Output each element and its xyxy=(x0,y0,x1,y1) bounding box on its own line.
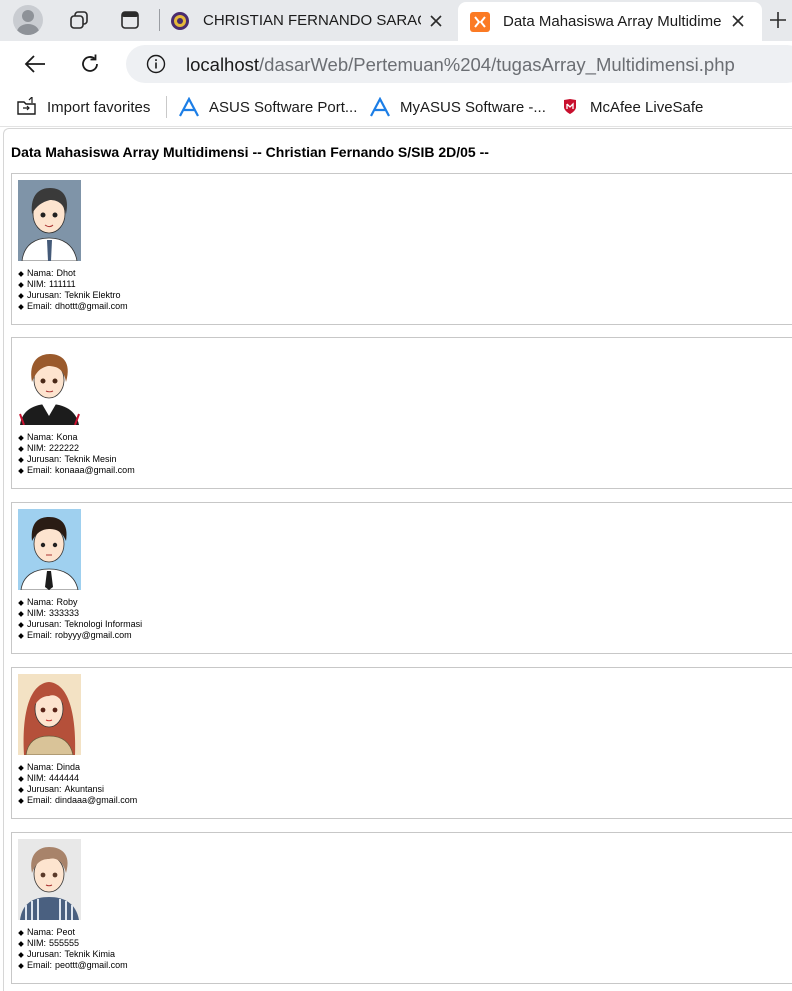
student-details: Nama: Kona NIM: 222222 Jurusan: Teknik Mesi… xyxy=(18,432,135,476)
student-nama: Nama: Dhot xyxy=(18,268,128,279)
student-email: Email: robyyy@gmail.com xyxy=(18,630,142,641)
student-nama: Nama: Roby xyxy=(18,597,142,608)
close-tab-icon[interactable] xyxy=(426,11,446,31)
favorite-label: Import favorites xyxy=(47,98,151,116)
url-host: localhost xyxy=(186,54,260,75)
student-details: Nama: Peot NIM: 555555 Jurusan: Teknik Kimi… xyxy=(18,927,128,971)
student-email: Email: dindaaa@gmail.com xyxy=(18,795,137,806)
student-email: Email: konaaa@gmail.com xyxy=(18,465,135,476)
student-photo xyxy=(18,839,81,920)
student-photo xyxy=(18,509,81,590)
xampp-icon xyxy=(470,11,490,32)
student-jurusan: Jurusan: Teknik Elektro xyxy=(18,290,128,301)
mcafee-icon xyxy=(559,96,581,118)
favorites-bar: Import favorites ASUS Software Port... M… xyxy=(0,87,792,127)
student-nama: Nama: Dinda xyxy=(18,762,137,773)
favorite-asus-portal[interactable]: ASUS Software Port... xyxy=(178,95,357,119)
site-info-icon[interactable] xyxy=(146,54,166,74)
student-jurusan: Jurusan: Teknik Mesin xyxy=(18,454,135,465)
url-text[interactable]: localhost/dasarWeb/Pertemuan%204/tugasAr… xyxy=(186,54,735,76)
student-card: Nama: Roby NIM: 333333 Jurusan: Teknologi I… xyxy=(11,502,792,654)
student-jurusan: Jurusan: Teknologi Informasi xyxy=(18,619,142,630)
favorite-myasus[interactable]: MyASUS Software -... xyxy=(369,95,546,119)
favorite-label: McAfee LiveSafe xyxy=(590,98,704,116)
tab-strip: CHRISTIAN FERNANDO SARAGIH Data Mahasisw… xyxy=(0,0,792,41)
import-favorites-icon xyxy=(16,96,38,118)
student-photo xyxy=(18,180,81,261)
workspaces-icon[interactable] xyxy=(65,6,93,34)
student-details: Nama: Roby NIM: 333333 Jurusan: Teknologi I… xyxy=(18,597,142,641)
address-bar[interactable]: localhost/dasarWeb/Pertemuan%204/tugasAr… xyxy=(126,45,792,83)
student-card: Nama: Dhot NIM: 111111 Jurusan: Teknik Elek… xyxy=(11,173,792,325)
new-tab-icon[interactable] xyxy=(764,6,792,34)
favorite-mcafee[interactable]: McAfee LiveSafe xyxy=(559,95,703,119)
student-photo xyxy=(18,674,81,755)
favorite-label: MyASUS Software -... xyxy=(400,98,546,116)
student-nim: NIM: 222222 xyxy=(18,443,135,454)
student-jurusan: Jurusan: Akuntansi xyxy=(18,784,137,795)
address-toolbar: localhost/dasarWeb/Pertemuan%204/tugasAr… xyxy=(0,41,792,87)
student-photo xyxy=(18,344,81,425)
tab-actions-icon[interactable] xyxy=(116,6,144,34)
student-jurusan: Jurusan: Teknik Kimia xyxy=(18,949,128,960)
student-card: Nama: Dinda NIM: 444444 Jurusan: Akuntansi … xyxy=(11,667,792,819)
profile-avatar-icon[interactable] xyxy=(13,5,43,35)
student-card: Nama: Kona NIM: 222222 Jurusan: Teknik Mesi… xyxy=(11,337,792,489)
tab-title: Data Mahasiswa Array Multidimensi xyxy=(503,13,721,30)
favorite-label: ASUS Software Port... xyxy=(209,98,358,116)
tab-title: CHRISTIAN FERNANDO SARAGIH xyxy=(203,12,421,29)
refresh-icon[interactable] xyxy=(75,49,105,79)
favorite-import[interactable]: Import favorites xyxy=(16,95,150,119)
page-viewport: Data Mahasiswa Array Multidimensi -- Chr… xyxy=(3,128,792,991)
asus-icon xyxy=(369,96,391,118)
asus-icon xyxy=(178,96,200,118)
student-details: Nama: Dhot NIM: 111111 Jurusan: Teknik Elek… xyxy=(18,268,128,312)
student-email: Email: peottt@gmail.com xyxy=(18,960,128,971)
favorites-divider xyxy=(166,96,167,118)
student-nim: NIM: 444444 xyxy=(18,773,137,784)
url-path: /dasarWeb/Pertemuan%204/tugasArray_Multi… xyxy=(259,54,735,75)
tab-divider xyxy=(159,9,160,31)
student-nama: Nama: Peot xyxy=(18,927,128,938)
student-email: Email: dhottt@gmail.com xyxy=(18,301,128,312)
tab-data-mahasiswa[interactable]: Data Mahasiswa Array Multidimensi xyxy=(458,2,762,41)
student-nama: Nama: Kona xyxy=(18,432,135,443)
tab-christian[interactable]: CHRISTIAN FERNANDO SARAGIH xyxy=(170,0,456,41)
student-details: Nama: Dinda NIM: 444444 Jurusan: Akuntansi … xyxy=(18,762,137,806)
student-nim: NIM: 555555 xyxy=(18,938,128,949)
close-tab-icon[interactable] xyxy=(728,11,748,31)
back-arrow-icon[interactable] xyxy=(20,49,50,79)
university-seal-icon xyxy=(170,11,190,31)
student-nim: NIM: 333333 xyxy=(18,608,142,619)
student-nim: NIM: 111111 xyxy=(18,279,128,290)
student-card: Nama: Peot NIM: 555555 Jurusan: Teknik Kimi… xyxy=(11,832,792,984)
page-title: Data Mahasiswa Array Multidimensi -- Chr… xyxy=(11,144,489,160)
